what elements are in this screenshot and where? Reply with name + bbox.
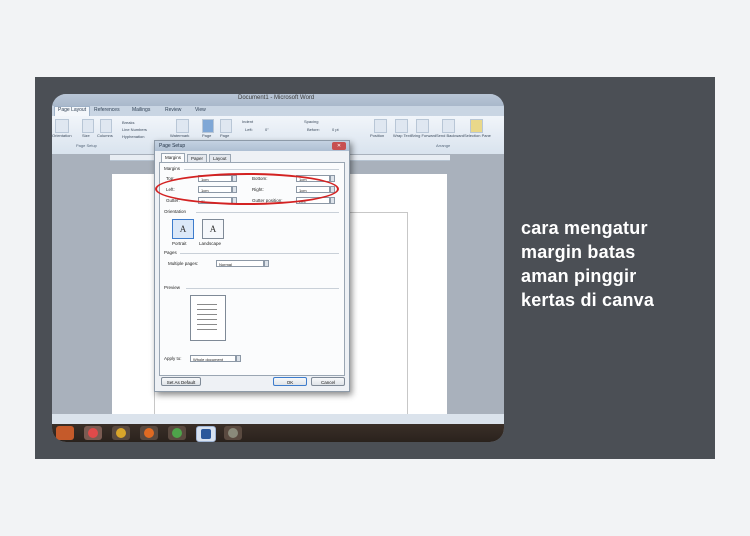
- send-backward-icon[interactable]: [442, 119, 455, 133]
- position-label: Position: [370, 133, 385, 138]
- tab-page-layout[interactable]: Page Layout: [54, 106, 91, 116]
- page-borders-label: Page: [220, 133, 230, 138]
- close-icon[interactable]: ✕: [332, 142, 346, 150]
- dialog-title: Page Setup: [159, 143, 186, 149]
- orientation-label: Orientation: [52, 133, 72, 138]
- page-color-icon[interactable]: [202, 119, 214, 133]
- caption-line: margin batas: [521, 242, 636, 262]
- wrap-text-icon[interactable]: [395, 119, 408, 133]
- dialog-title-bar: Page Setup ✕: [155, 141, 349, 151]
- portrait-label: Portrait: [172, 241, 187, 246]
- chevron-down-icon[interactable]: [264, 260, 269, 267]
- watermark-icon[interactable]: [176, 119, 189, 133]
- columns-icon[interactable]: [100, 119, 112, 133]
- media-icon[interactable]: [84, 426, 102, 440]
- selection-pane-label: Selection Pane: [464, 133, 491, 138]
- tab-mailings[interactable]: Mailings: [132, 107, 150, 113]
- tab-references[interactable]: References: [94, 107, 120, 113]
- orientation-icon[interactable]: [55, 119, 69, 133]
- divider: [180, 253, 339, 254]
- status-bar: [52, 414, 504, 424]
- margins-section-label: Margins: [164, 166, 181, 171]
- multiple-pages-select[interactable]: Normal: [216, 260, 264, 267]
- indent-left-label: Left:: [245, 127, 253, 132]
- size-label: Size: [82, 133, 90, 138]
- landscape-label: Landscape: [199, 241, 222, 246]
- app-icon[interactable]: [224, 426, 242, 440]
- chrome-icon[interactable]: [112, 426, 130, 440]
- page-preview: [190, 295, 226, 341]
- bring-forward-label: Bring Forward: [411, 133, 437, 138]
- chrome-icon-2[interactable]: [168, 426, 186, 440]
- group-page-setup-label: Page Setup: [76, 143, 97, 148]
- word-icon[interactable]: [196, 426, 216, 442]
- indent-label: Indent: [242, 119, 254, 124]
- caption-line: aman pinggir: [521, 266, 637, 286]
- divider: [196, 212, 339, 213]
- send-backward-label: Send Backward: [436, 133, 465, 138]
- landscape-option[interactable]: A: [202, 219, 224, 239]
- indent-left-value[interactable]: 0": [265, 127, 269, 132]
- size-icon[interactable]: [82, 119, 94, 133]
- selection-pane-icon[interactable]: [470, 119, 483, 133]
- line-numbers-button[interactable]: Line Numbers: [122, 127, 147, 132]
- portrait-option[interactable]: A: [172, 219, 194, 239]
- position-icon[interactable]: [374, 119, 387, 133]
- bring-forward-icon[interactable]: [416, 119, 429, 133]
- bottom-spinner[interactable]: [330, 175, 335, 182]
- divider: [184, 169, 339, 170]
- preview-section-label: Preview: [164, 285, 181, 290]
- caption-line: kertas di canva: [521, 290, 655, 310]
- page-borders-icon[interactable]: [220, 119, 232, 133]
- multiple-pages-label: Multiple pages:: [168, 261, 199, 266]
- caption-text: cara mengatur margin batas aman pinggir …: [521, 216, 701, 312]
- word-screenshot: Document1 - Microsoft Word Page Layout R…: [52, 94, 504, 442]
- breaks-button[interactable]: Breaks: [122, 120, 134, 125]
- hyphenation-button[interactable]: Hyphenation: [122, 134, 144, 139]
- chevron-down-icon[interactable]: [236, 355, 241, 362]
- firefox-icon[interactable]: [140, 426, 158, 440]
- columns-label: Columns: [97, 133, 113, 138]
- tab-review[interactable]: Review: [165, 107, 181, 113]
- spacing-before-label: Before:: [307, 127, 320, 132]
- apply-to-label: Apply to:: [164, 356, 182, 361]
- set-as-default-button[interactable]: Set As Default: [161, 377, 201, 386]
- divider: [186, 288, 339, 289]
- group-arrange-label: Arrange: [436, 143, 451, 148]
- highlight-ellipse: [155, 173, 339, 205]
- caption-line: cara mengatur: [521, 218, 648, 238]
- tab-view[interactable]: View: [195, 107, 206, 113]
- cancel-button[interactable]: Cancel: [311, 377, 345, 386]
- ok-button[interactable]: OK: [273, 377, 307, 386]
- spacing-before-value[interactable]: 0 pt: [332, 127, 339, 132]
- spacing-label: Spacing: [304, 119, 319, 124]
- apply-to-select[interactable]: Whole document: [190, 355, 236, 362]
- start-icon[interactable]: [56, 426, 74, 440]
- page-color-label: Page: [202, 133, 212, 138]
- chevron-down-icon[interactable]: [330, 197, 335, 204]
- word-window-title: Document1 - Microsoft Word: [238, 95, 315, 101]
- watermark-label: Watermark: [170, 133, 190, 138]
- ribbon-tabs: Page Layout References Mailings Review V…: [52, 106, 504, 116]
- wrap-text-label: Wrap Text: [393, 133, 411, 138]
- orientation-section-label: Orientation: [164, 209, 187, 214]
- word-title-bar: Document1 - Microsoft Word: [52, 94, 504, 106]
- pages-section-label: Pages: [164, 250, 177, 255]
- taskbar: [52, 424, 504, 442]
